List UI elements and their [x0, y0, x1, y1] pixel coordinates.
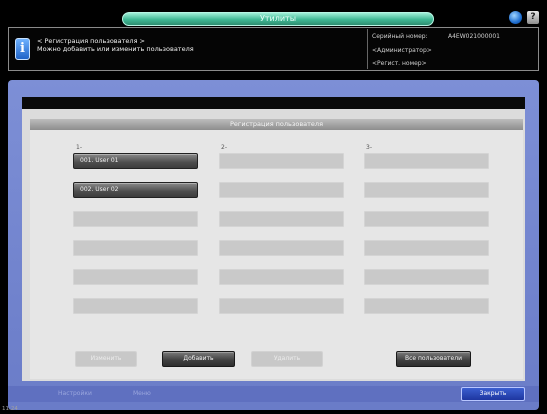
footer-tab-menu[interactable]: Меню: [133, 388, 151, 400]
user-slot[interactable]: [364, 182, 489, 198]
user-slot[interactable]: [219, 153, 344, 169]
header-divider: [367, 29, 368, 69]
user-slot[interactable]: [364, 298, 489, 314]
user-slot[interactable]: [219, 240, 344, 256]
delete-button[interactable]: Удалить: [251, 351, 323, 367]
column-marker-2: 2-: [221, 144, 227, 151]
user-slot[interactable]: [219, 182, 344, 198]
column-marker-3: 3-: [366, 144, 372, 151]
user-slot[interactable]: 002. User 02: [73, 182, 198, 198]
info-icon: i: [15, 38, 30, 60]
user-slot[interactable]: [364, 211, 489, 227]
user-slot[interactable]: [364, 153, 489, 169]
panel-title: Регистрация пользователя: [30, 119, 523, 130]
add-button[interactable]: Добавить: [162, 351, 235, 367]
serial-value: A4EW021000001: [448, 33, 501, 40]
help-icon[interactable]: ?: [527, 11, 539, 24]
user-slot[interactable]: [73, 269, 198, 285]
user-slot[interactable]: [364, 240, 489, 256]
utility-tab[interactable]: Утилиты: [122, 12, 434, 26]
user-slot[interactable]: [73, 240, 198, 256]
user-slot[interactable]: 001. User 01: [73, 153, 198, 169]
edit-button[interactable]: Изменить: [75, 351, 137, 367]
column-marker-1: 1-: [76, 144, 82, 151]
frame-header-strip: [22, 97, 525, 109]
user-slot[interactable]: [73, 211, 198, 227]
admin-label: <Администратор>: [372, 47, 432, 54]
clock: 11:24: [2, 406, 18, 412]
screen-subtitle: Можно добавить или изменить пользователя: [37, 45, 194, 53]
screen-title: < Регистрация пользователя >: [37, 37, 145, 45]
footer-tab-settings[interactable]: Настройки: [58, 388, 92, 400]
user-slot[interactable]: [364, 269, 489, 285]
mode-label: <Регист. номер>: [372, 60, 427, 67]
all-users-button[interactable]: Все пользователи: [396, 351, 471, 367]
user-slot[interactable]: [219, 269, 344, 285]
user-slot[interactable]: [219, 298, 344, 314]
user-slot[interactable]: [219, 211, 344, 227]
user-slot[interactable]: [73, 298, 198, 314]
globe-icon[interactable]: [509, 11, 522, 24]
close-button[interactable]: Закрыть: [461, 387, 525, 401]
serial-label: Серийный номер:: [372, 33, 428, 40]
